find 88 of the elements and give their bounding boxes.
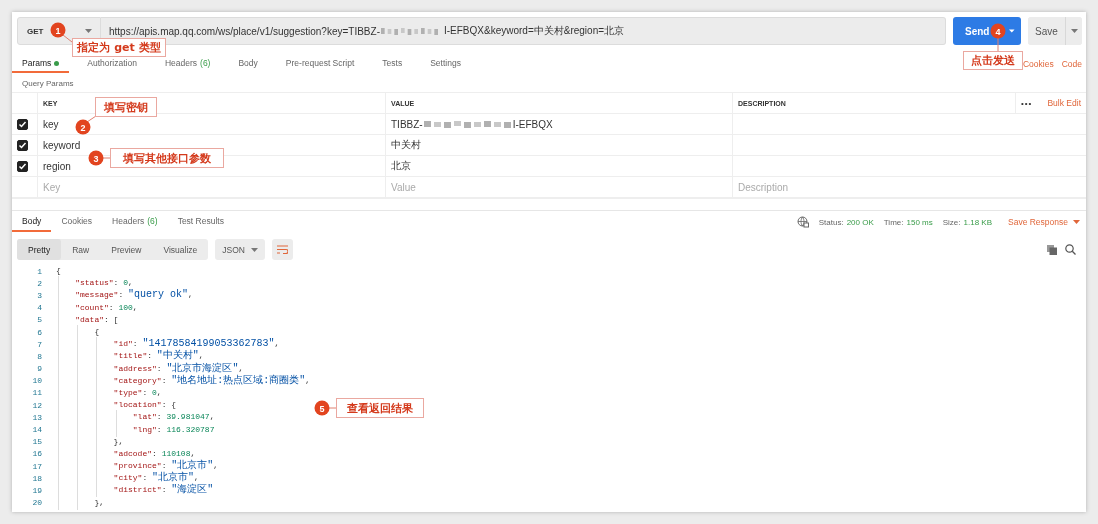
request-tab[interactable]: Settings — [420, 55, 471, 73]
checkbox[interactable] — [17, 118, 28, 130]
view-tab[interactable]: Visualize — [152, 239, 209, 260]
code-line: }, — [56, 435, 124, 448]
line-number: 20 — [31, 498, 42, 508]
table-cell: 中关村 — [385, 135, 732, 156]
link[interactable]: Cookies — [1022, 59, 1054, 69]
code-line: "adcode": 110108, — [56, 447, 196, 460]
leader-line — [63, 35, 72, 42]
search-icon[interactable] — [1065, 244, 1076, 255]
request-tab[interactable]: Authorization — [77, 55, 147, 73]
bulk-edit-link[interactable]: Bulk Edit — [1047, 98, 1081, 108]
line-number: 5 — [36, 315, 42, 325]
code-line: "address": "北京市海淀区", — [56, 362, 244, 375]
line-number: 10 — [31, 376, 42, 386]
size-text: Size: 1.18 KB — [942, 217, 992, 227]
table-cell: 北京 — [385, 156, 732, 177]
line-number: 13 — [31, 412, 42, 422]
code-line: { — [56, 326, 100, 339]
code-line: "type": 0, — [56, 386, 162, 399]
response-tab[interactable]: Cookies — [51, 212, 103, 232]
line-number: 14 — [31, 425, 42, 435]
code-line: { — [56, 265, 61, 278]
request-tab[interactable]: Pre-request Script — [275, 55, 365, 73]
request-tab[interactable]: Params — [12, 55, 70, 73]
link[interactable]: Code — [1061, 59, 1082, 69]
table-cell: TIBBZ- I-EFBQX — [385, 114, 732, 135]
redaction-drawing — [379, 27, 440, 35]
view-tab[interactable]: Pretty — [17, 239, 62, 260]
checkbox[interactable] — [17, 160, 28, 172]
line-number: 15 — [31, 437, 42, 447]
leader-line — [998, 38, 999, 51]
line-number: 18 — [31, 473, 42, 483]
callout-label: 查看返回结果 — [336, 398, 424, 418]
caret-icon — [251, 247, 259, 252]
view-tab[interactable]: Preview — [100, 239, 153, 260]
line-number: 16 — [31, 449, 42, 459]
wrap-icon — [277, 245, 289, 254]
callout-label: 填写密钥 — [95, 97, 157, 117]
section-title: Query Params — [21, 78, 75, 90]
status-text: Status: 200 OK — [818, 217, 874, 227]
response-tab[interactable]: Body — [12, 212, 52, 232]
request-tab[interactable]: Headers (6) — [154, 55, 221, 73]
line-number: 11 — [31, 388, 42, 398]
response-tab[interactable]: Headers (6) — [102, 212, 168, 232]
line-number: 19 — [31, 485, 42, 495]
save-response-button[interactable]: Save Response — [1008, 217, 1080, 227]
code-line: "lat": 39.981047, — [56, 411, 215, 424]
caret-icon — [85, 29, 92, 33]
leader-line — [103, 158, 110, 159]
line-number: 8 — [36, 351, 42, 361]
save-button[interactable]: Save — [1028, 17, 1066, 45]
line-number: 12 — [31, 400, 42, 410]
line-number: 1 — [36, 266, 42, 276]
line-number: 6 — [36, 327, 42, 337]
line-number: 2 — [36, 278, 42, 288]
callout-label: 指定为 get 类型 — [72, 38, 166, 57]
code-line: "message": "query ok", — [56, 289, 193, 302]
code-line: "status": 0, — [56, 277, 133, 290]
globe-icon[interactable] — [796, 216, 809, 228]
time-text: Time: 150 ms — [883, 217, 933, 227]
more-button[interactable]: ••• — [1021, 98, 1033, 108]
code-line: "count": 100, — [56, 301, 138, 314]
request-tab[interactable]: Tests — [372, 55, 413, 73]
code-line: "data": [ — [56, 313, 119, 326]
view-tab[interactable]: Raw — [61, 239, 101, 260]
request-tab[interactable]: Body — [228, 55, 268, 73]
line-number: 7 — [36, 339, 42, 349]
line-number: 3 — [36, 290, 42, 300]
code-line: "lng": 116.320787 — [56, 423, 215, 436]
caret-icon — [1009, 29, 1015, 33]
code-line: "title": "中关村", — [56, 350, 204, 363]
line-number: 9 — [36, 364, 42, 374]
caret-icon — [1073, 220, 1080, 224]
leader-line — [329, 408, 336, 409]
response-tab[interactable]: Test Results — [167, 212, 234, 232]
code-line: "district": "海淀区" — [56, 484, 214, 497]
code-line: }, — [56, 496, 104, 509]
copy-icon[interactable] — [1047, 244, 1057, 255]
caret-icon — [1070, 29, 1078, 33]
code-line: "location": { — [56, 399, 177, 412]
line-number: 4 — [36, 303, 42, 313]
callout-label: 点击发送 — [963, 51, 1023, 70]
checkbox[interactable] — [17, 139, 28, 151]
wrap-lines-button[interactable] — [272, 239, 294, 260]
code-line: "category": "地名地址:热点区域:商圈类", — [56, 374, 311, 387]
line-number: 17 — [31, 461, 42, 471]
format-dropdown[interactable]: JSON — [215, 239, 266, 260]
